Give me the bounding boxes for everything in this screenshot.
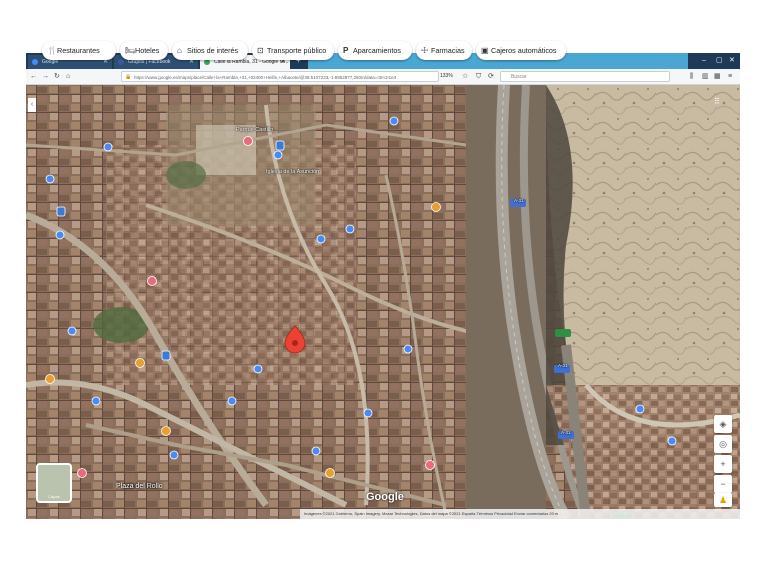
browser-toolbar: ← → ↻ ⌂ 🔒 https://www.google.es/maps/pla…: [26, 69, 740, 85]
zoom-out-button[interactable]: −: [714, 475, 732, 493]
satellite-imagery: [26, 85, 740, 519]
apps-grid-icon[interactable]: ⠿: [714, 97, 720, 106]
google-logo: Google: [366, 491, 404, 503]
shield-icon[interactable]: ⛉: [476, 71, 481, 82]
chip-parking[interactable]: P Aparcamientos: [338, 41, 412, 60]
window-close-icon[interactable]: ✕: [729, 55, 735, 67]
chip-label: Farmacias: [431, 46, 465, 55]
atm-icon: ▣: [481, 46, 489, 55]
zoom-in-button[interactable]: +: [714, 455, 732, 473]
place-label-plaza[interactable]: Plaza del Rollo: [116, 483, 163, 490]
road-label: A-31: [558, 363, 568, 368]
search-placeholder: Buscar: [511, 74, 527, 80]
map-attribution: Imágenes ©2021 Gobierno, Spain Imagery, …: [300, 509, 740, 519]
layers-label: Capas: [48, 494, 60, 499]
bed-icon: 🛏: [125, 46, 136, 55]
layers-toggle[interactable]: Capas: [36, 463, 72, 503]
home-icon[interactable]: ⌂: [66, 71, 70, 82]
extensions-icon[interactable]: ▦: [714, 71, 721, 82]
reload-icon[interactable]: ↻: [54, 71, 60, 82]
place-label-church[interactable]: Iglesia de la Asunción: [266, 169, 319, 175]
fork-knife-icon: 🍴: [47, 46, 57, 55]
back-icon[interactable]: ←: [30, 71, 37, 82]
road-label: A-31: [514, 198, 524, 203]
library-icon[interactable]: ⫼: [690, 71, 693, 82]
forward-icon[interactable]: →: [42, 71, 49, 82]
satellite-map[interactable]: A-31 A-31 A-31 CV-44 Plaza del Rollo Igl…: [26, 85, 740, 519]
maximize-icon[interactable]: ▢: [716, 55, 723, 67]
bookmark-star-icon[interactable]: ☆: [462, 71, 468, 82]
chip-label: Cajeros automáticos: [491, 46, 557, 55]
search-input[interactable]: Buscar: [500, 71, 670, 82]
minimize-icon[interactable]: –: [702, 55, 706, 67]
sidebar-icon[interactable]: ▥: [702, 71, 709, 82]
zoom-level[interactable]: 133%: [440, 71, 453, 82]
address-bar[interactable]: 🔒 https://www.google.es/maps/place/Calle…: [121, 71, 439, 82]
collapse-panel-icon[interactable]: ‹: [28, 98, 36, 112]
place-label-park[interactable]: Parque Castillo: [236, 127, 273, 133]
chip-pharmacies[interactable]: ☩ Farmacias: [416, 41, 472, 60]
pegman-icon[interactable]: ♟: [714, 493, 732, 507]
refresh-icon[interactable]: ⟳: [488, 71, 494, 82]
chip-label: Transporte público: [267, 46, 327, 55]
road-label: A-31: [561, 430, 571, 435]
bus-icon: ⊡: [257, 46, 264, 55]
attribution-text: Imágenes ©2021 Gobierno, Spain Imagery, …: [304, 511, 559, 516]
pharmacy-icon: ☩: [421, 46, 429, 55]
google-tab-icon: [32, 59, 38, 65]
chip-atm[interactable]: ▣ Cajeros automáticos: [476, 41, 566, 60]
chip-label: Sitios de interés: [187, 46, 239, 55]
chip-restaurants[interactable]: 🍴 Restaurantes: [42, 41, 116, 60]
chip-sights[interactable]: ⌂ Sitios de interés: [172, 41, 248, 60]
chip-hotels[interactable]: 🛏 Hoteles: [120, 41, 168, 60]
facebook-tab-icon: [118, 59, 124, 65]
my-location-icon[interactable]: ◎: [714, 435, 732, 453]
chip-label: Hoteles: [135, 46, 160, 55]
camera-icon: ⌂: [177, 46, 182, 55]
compass-icon[interactable]: ◈: [714, 415, 732, 433]
browser-window: Google ✕ Grupos | Facebook ✕ Calle la Ra…: [26, 53, 740, 519]
url-text: https://www.google.es/maps/place/Calle+l…: [134, 75, 397, 80]
chip-transit[interactable]: ⊡ Transporte público: [252, 41, 334, 60]
parking-icon: P: [343, 46, 349, 55]
lock-icon: 🔒: [125, 74, 132, 80]
menu-icon[interactable]: ≡: [728, 71, 732, 82]
chip-label: Aparcamientos: [353, 46, 401, 55]
chip-label: Restaurantes: [57, 46, 100, 55]
